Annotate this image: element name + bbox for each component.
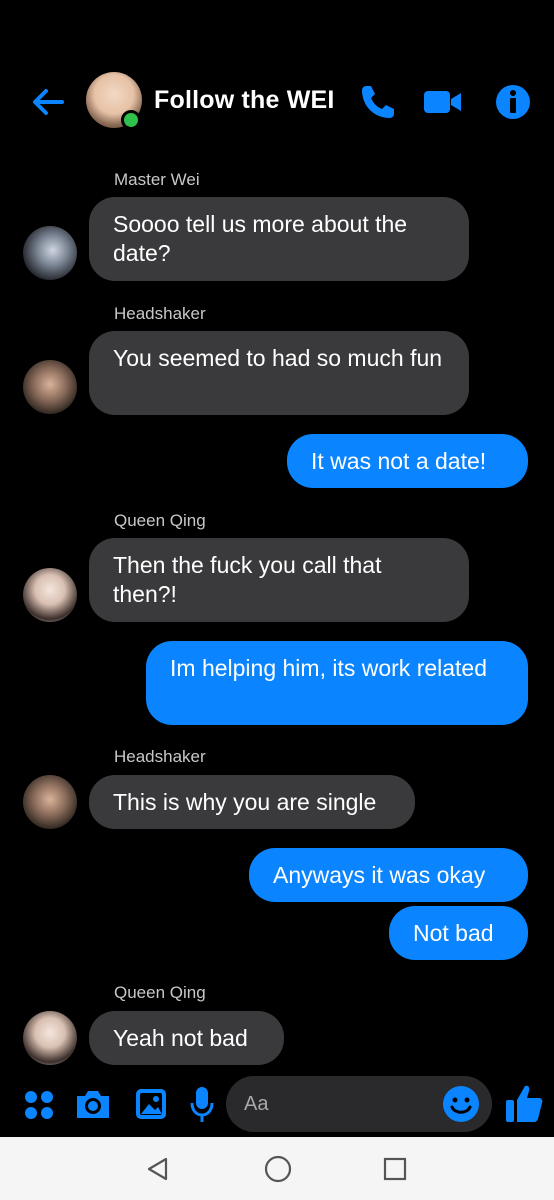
video-call-icon[interactable]: [420, 80, 464, 124]
message-bubble-sent[interactable]: It was not a date!: [287, 434, 528, 488]
message-bubble-sent[interactable]: Im helping him, its work related: [146, 641, 528, 725]
sender-avatar[interactable]: [23, 1011, 77, 1065]
system-navigation-bar: [0, 1137, 554, 1200]
sender-name: Headshaker: [114, 304, 206, 323]
sender-avatar[interactable]: [23, 568, 77, 622]
back-arrow-icon[interactable]: [28, 82, 68, 122]
message-bubble-received[interactable]: Soooo tell us more about the date?: [89, 197, 469, 281]
message-input[interactable]: Aa: [226, 1076, 492, 1132]
message-bubble-sent[interactable]: Anyways it was okay: [249, 848, 528, 902]
sender-name: Headshaker: [114, 747, 206, 766]
thumbs-up-icon[interactable]: [504, 1082, 544, 1124]
sender-avatar[interactable]: [23, 360, 77, 414]
sender-name: Queen Qing: [114, 511, 206, 530]
conversation-header: Follow the WEI: [0, 60, 554, 150]
back-triangle-icon[interactable]: [145, 1156, 171, 1182]
message-bubble-received[interactable]: You seemed to had so much fun: [89, 331, 469, 415]
message-bubble-sent[interactable]: Not bad: [389, 906, 528, 960]
message-bubble-received[interactable]: Then the fuck you call that then?!: [89, 538, 469, 622]
sender-avatar[interactable]: [23, 775, 77, 829]
sender-avatar[interactable]: [23, 226, 77, 280]
recents-square-icon[interactable]: [382, 1156, 408, 1182]
message-composer: Aa: [0, 1076, 554, 1134]
online-indicator: [121, 110, 141, 130]
image-icon[interactable]: [133, 1086, 169, 1122]
message-bubble-received[interactable]: Yeah not bad: [89, 1011, 284, 1065]
sender-name: Queen Qing: [114, 983, 206, 1002]
microphone-icon[interactable]: [188, 1084, 216, 1124]
camera-icon[interactable]: [74, 1086, 112, 1122]
apps-icon[interactable]: [22, 1088, 56, 1122]
home-circle-icon[interactable]: [263, 1154, 293, 1184]
info-icon[interactable]: [491, 80, 535, 124]
message-input-placeholder: Aa: [244, 1093, 269, 1115]
message-bubble-received[interactable]: This is why you are single: [89, 775, 415, 829]
emoji-icon[interactable]: [442, 1085, 480, 1123]
phone-icon[interactable]: [356, 80, 400, 124]
conversation-title[interactable]: Follow the WEI: [154, 86, 335, 115]
sender-name: Master Wei: [114, 170, 200, 189]
